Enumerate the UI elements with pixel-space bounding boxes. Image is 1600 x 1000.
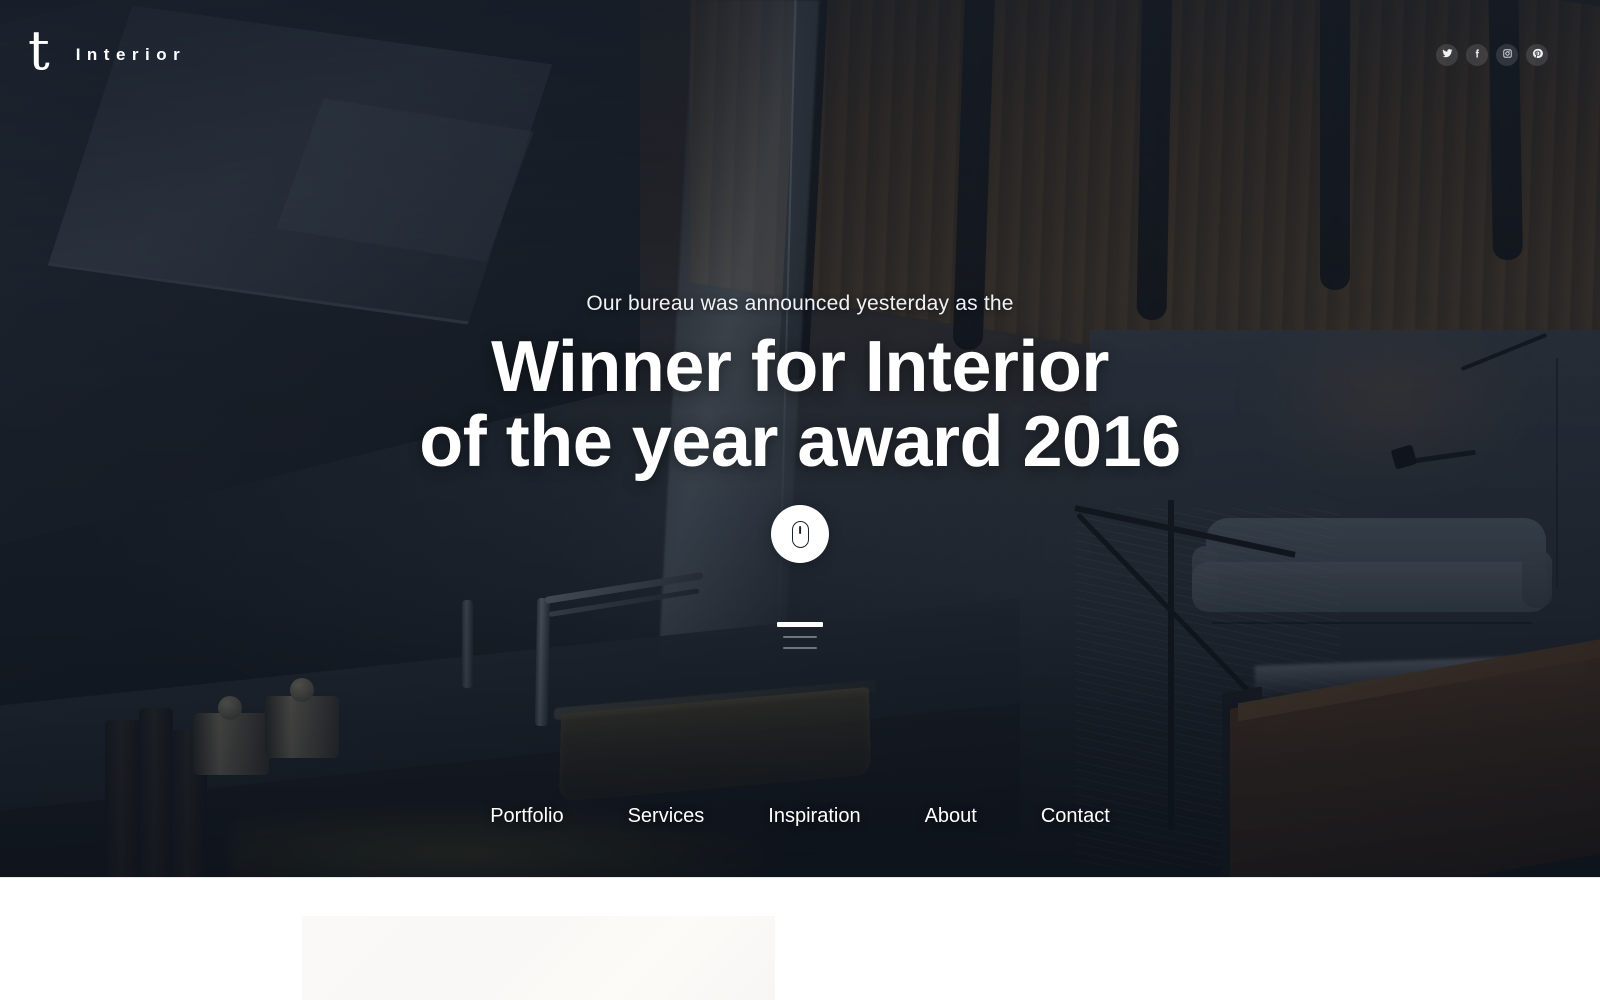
- nav-item-about[interactable]: About: [893, 805, 1009, 828]
- main-navigation: Portfolio Services Inspiration About Con…: [0, 805, 1600, 828]
- hero-eyebrow: Our bureau was announced yesterday as th…: [586, 292, 1014, 315]
- instagram-icon: [1502, 46, 1513, 64]
- content-section: [0, 877, 1600, 1000]
- brand-logo[interactable]: t Interior: [28, 24, 187, 82]
- headline-line-2: of the year award 2016: [419, 401, 1181, 482]
- brand-name: Interior: [75, 45, 187, 64]
- menu-bar-1: [777, 622, 823, 627]
- social-link-pinterest[interactable]: [1526, 44, 1548, 66]
- portfolio-image-tile[interactable]: [302, 916, 775, 1000]
- twitter-icon: [1441, 46, 1453, 64]
- nav-item-contact[interactable]: Contact: [1009, 805, 1142, 828]
- mouse-body-shape: [791, 520, 809, 548]
- social-link-twitter[interactable]: [1436, 44, 1458, 66]
- social-link-facebook[interactable]: [1466, 44, 1488, 66]
- logo-mark-icon: t: [28, 19, 50, 82]
- hero-section: t Interior Our bureau was announced yest…: [0, 0, 1600, 877]
- nav-item-portfolio[interactable]: Portfolio: [458, 805, 595, 828]
- mouse-scroll-icon[interactable]: [771, 505, 829, 563]
- top-bar: t Interior: [0, 0, 1600, 110]
- page-title: Winner for Interior of the year award 20…: [0, 330, 1600, 480]
- menu-bar-3: [783, 647, 817, 649]
- social-link-instagram[interactable]: [1496, 44, 1518, 66]
- nav-item-services[interactable]: Services: [596, 805, 737, 828]
- social-links: [1436, 44, 1548, 66]
- nav-item-inspiration[interactable]: Inspiration: [736, 805, 892, 828]
- hamburger-menu-icon[interactable]: [777, 622, 823, 656]
- pinterest-icon: [1532, 46, 1543, 64]
- headline-line-1: Winner for Interior: [491, 327, 1109, 407]
- facebook-icon: [1472, 46, 1483, 64]
- menu-bar-2: [783, 636, 817, 638]
